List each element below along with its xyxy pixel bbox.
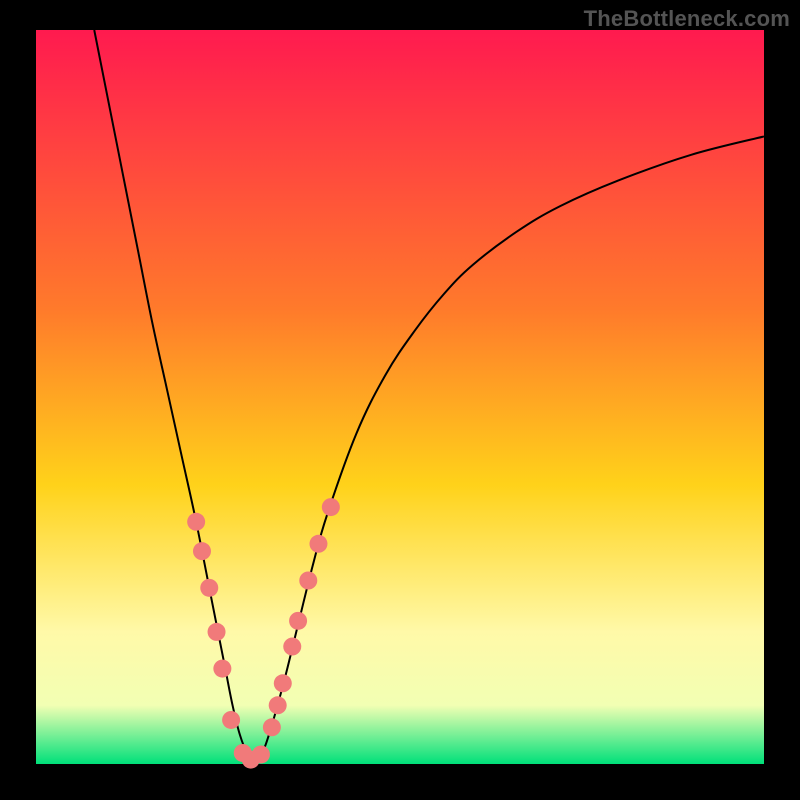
curve-marker — [263, 718, 281, 736]
curve-marker — [309, 535, 327, 553]
watermark-text: TheBottleneck.com — [584, 6, 790, 32]
curve-marker — [274, 674, 292, 692]
curve-marker — [283, 638, 301, 656]
plot-background — [36, 30, 764, 764]
curve-marker — [289, 612, 307, 630]
curve-marker — [208, 623, 226, 641]
curve-marker — [222, 711, 240, 729]
curve-marker — [299, 572, 317, 590]
curve-marker — [193, 542, 211, 560]
curve-marker — [200, 579, 218, 597]
curve-marker — [187, 513, 205, 531]
curve-marker — [322, 498, 340, 516]
curve-marker — [269, 696, 287, 714]
chart-stage: TheBottleneck.com — [0, 0, 800, 800]
bottleneck-plot — [0, 0, 800, 800]
curve-marker — [213, 660, 231, 678]
curve-marker — [252, 745, 270, 763]
